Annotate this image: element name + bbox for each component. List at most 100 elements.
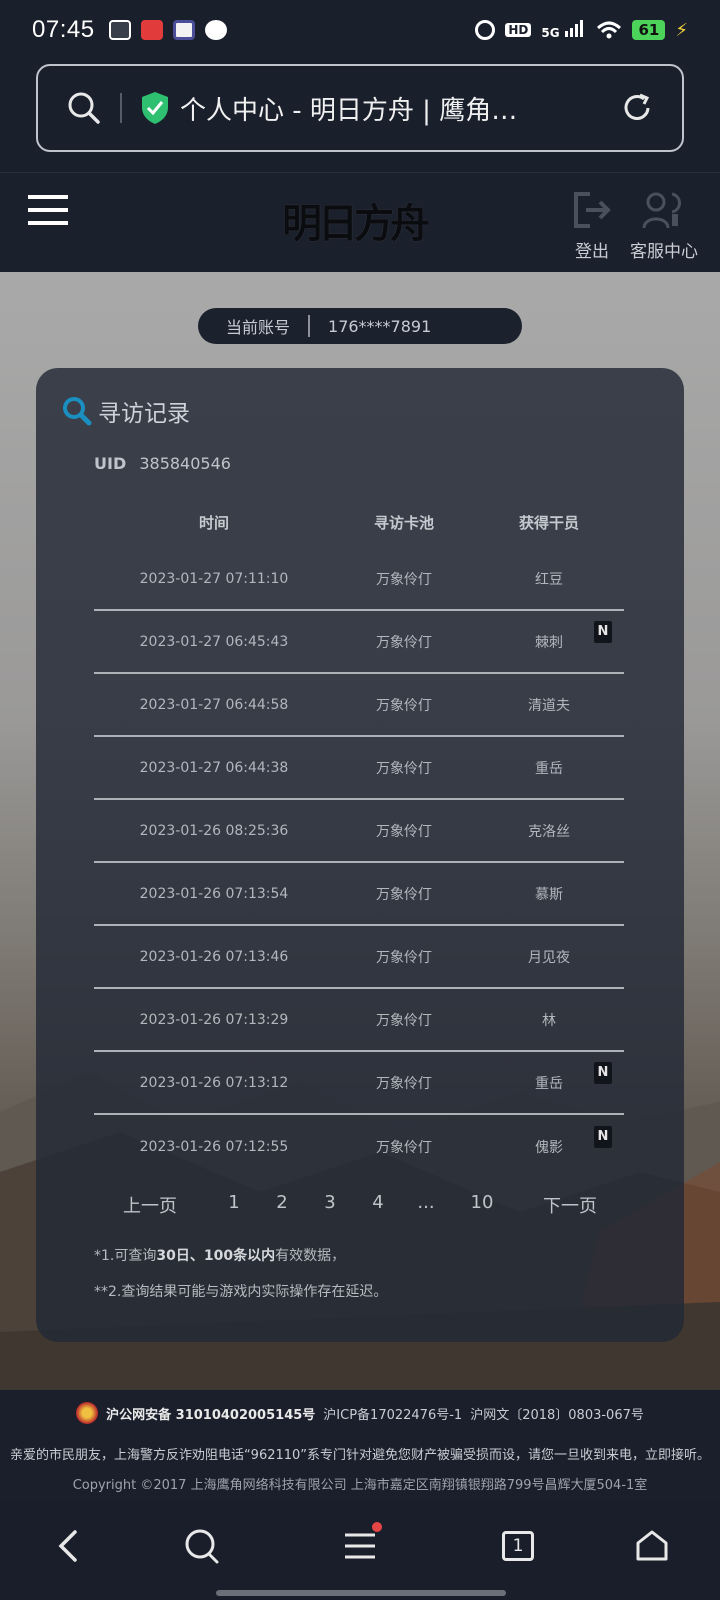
site-logo[interactable]: 明日方舟: [282, 191, 430, 249]
row-operator: 重岳: [474, 758, 624, 778]
page-button[interactable]: 3: [314, 1192, 346, 1218]
row-operator: 克洛丝: [474, 821, 624, 841]
gesture-bar: [216, 1590, 506, 1596]
row-pool: 万象伶仃: [376, 949, 432, 966]
note-2: **2.查询结果可能与游戏内实际操作存在延迟。: [94, 1284, 388, 1300]
row-operator: 傀影 N: [474, 1125, 624, 1157]
operator-name: 慕斯: [535, 886, 563, 903]
row-time: 2023-01-26 07:13:12: [139, 1074, 289, 1091]
note-1: *1.可查询30日、100条以内有效数据，: [94, 1238, 387, 1274]
operator-name: 重岳: [535, 1075, 563, 1092]
note-1-suffix: 有效数据，: [275, 1248, 346, 1264]
menu-button[interactable]: [338, 1522, 382, 1568]
account-divider: [308, 315, 311, 337]
search-icon: [63, 397, 92, 426]
tabs-button[interactable]: 1: [496, 1524, 540, 1568]
back-arrow-icon: [58, 1530, 77, 1562]
clock: 07:45: [32, 16, 95, 43]
alarm-icon: [475, 20, 496, 40]
column-header-pool: 寻访卡池: [373, 513, 434, 532]
page-button[interactable]: 1: [218, 1192, 250, 1218]
reload-icon[interactable]: [620, 91, 654, 125]
row-time: 2023-01-27 06:45:43: [139, 633, 289, 650]
notification-app-icon: [140, 20, 163, 40]
logout-button[interactable]: 登出: [572, 189, 612, 262]
notification-app-icon: [172, 20, 195, 40]
tab-count: 1: [512, 1536, 524, 1556]
row-operator: 林: [474, 1010, 624, 1030]
signal-bars-icon: [565, 20, 584, 37]
copyright: Copyright ©2017 上海鹰角网络科技有限公司 上海市嘉定区南翔镇银翔…: [72, 1478, 648, 1493]
pagination: 上一页 1 2 3 4 ... 10 下一页: [36, 1192, 684, 1218]
page-button[interactable]: 2: [266, 1192, 298, 1218]
row-pool: 万象伶仃: [376, 1075, 432, 1092]
culture-license: 沪网文〔2018〕0803-067号: [470, 1407, 644, 1423]
status-bar: 07:45 HD 5G 61 ⚡: [0, 0, 720, 60]
home-icon: [636, 1530, 668, 1561]
uid-display: UID 385840546: [94, 454, 231, 473]
row-time: 2023-01-26 08:25:36: [139, 822, 289, 839]
notification-dot: [372, 1522, 382, 1532]
hd-icon: HD: [505, 23, 532, 37]
search-button[interactable]: [180, 1524, 224, 1568]
row-pool: 万象伶仃: [376, 634, 432, 651]
address-divider: [120, 93, 122, 123]
site-footer: 沪公网安备 31010402005145号 沪ICP备17022476号-1 沪…: [0, 1390, 720, 1502]
table-row: 2023-01-26 07:13:54 万象伶仃 慕斯: [94, 863, 624, 926]
address-bar[interactable]: 个人中心 - 明日方舟 | 鹰角…: [36, 64, 684, 152]
table-row: 2023-01-26 07:13:46 万象伶仃 月见夜: [94, 926, 624, 989]
home-button[interactable]: [630, 1524, 674, 1568]
current-account: 当前账号 176****7891: [198, 308, 522, 344]
table-body: 2023-01-27 07:11:10 万象伶仃 红豆 2023-01-27 06:4…: [94, 548, 624, 1178]
row-pool: 万象伶仃: [376, 1012, 432, 1029]
browser-bottom-nav: 1: [0, 1502, 720, 1600]
search-icon[interactable]: [66, 90, 102, 126]
notification-icons: [108, 20, 227, 40]
new-badge: N: [594, 1061, 612, 1084]
search-icon: [185, 1529, 219, 1564]
row-pool: 万象伶仃: [376, 1139, 432, 1156]
row-operator: 红豆: [474, 569, 624, 589]
table-row: 2023-01-27 07:11:10 万象伶仃 红豆: [94, 548, 624, 611]
row-operator: 棘刺 N: [474, 620, 624, 652]
row-time: 2023-01-27 07:11:10: [139, 570, 289, 587]
menu-icon: [345, 1533, 375, 1559]
page-button[interactable]: 10: [462, 1192, 502, 1218]
browser-toolbar: 个人中心 - 明日方舟 | 鹰角…: [0, 60, 720, 172]
page-button[interactable]: 4: [362, 1192, 394, 1218]
table-row: 2023-01-27 06:44:38 万象伶仃 重岳: [94, 737, 624, 800]
table-row: 2023-01-26 07:12:55 万象伶仃 傀影 N: [94, 1115, 624, 1178]
table-row: 2023-01-26 07:13:12 万象伶仃 重岳 N: [94, 1052, 624, 1115]
notification-app-icon: [108, 20, 131, 40]
next-page-button[interactable]: 下一页: [530, 1192, 610, 1218]
row-operator: 月见夜: [474, 947, 624, 967]
page-title[interactable]: 个人中心 - 明日方舟 | 鹰角…: [180, 90, 604, 127]
row-pool: 万象伶仃: [376, 571, 432, 588]
notes: *1.可查询30日、100条以内有效数据， **2.查询结果可能与游戏内实际操作…: [94, 1238, 387, 1310]
logout-label: 登出: [575, 242, 609, 262]
cellular-icon: 5G: [541, 19, 586, 41]
wifi-icon: [597, 21, 622, 39]
row-operator: 慕斯: [474, 884, 624, 904]
icp-link[interactable]: 沪ICP备17022476号-1: [323, 1404, 462, 1423]
back-button[interactable]: [46, 1524, 90, 1568]
row-time: 2023-01-27 06:44:38: [139, 759, 289, 776]
charging-icon: ⚡: [675, 19, 688, 41]
compass-icon: [204, 20, 227, 40]
new-badge: N: [594, 1125, 612, 1148]
records-table: 时间 寻访卡池 获得干员 2023-01-27 07:11:10 万象伶仃 红豆 20…: [94, 496, 624, 1178]
uid-label: UID: [94, 454, 127, 473]
customer-service-label: 客服中心: [630, 242, 698, 262]
table-header: 时间 寻访卡池 获得干员: [94, 496, 624, 548]
menu-icon[interactable]: [28, 195, 68, 225]
row-time: 2023-01-26 07:13:46: [139, 948, 289, 965]
prev-page-button[interactable]: 上一页: [110, 1192, 190, 1218]
main-content: 当前账号 176****7891 寻访记录 UID 385840546 时间 寻…: [0, 272, 720, 1390]
battery-icon: 61: [632, 20, 666, 40]
row-pool: 万象伶仃: [376, 697, 432, 714]
row-time: 2023-01-27 06:44:58: [139, 696, 289, 713]
customer-service-button[interactable]: 客服中心: [630, 189, 698, 262]
police-record-link[interactable]: 沪公网安备 31010402005145号: [106, 1404, 315, 1423]
logout-icon: [574, 192, 611, 228]
network-type: 5G: [541, 26, 560, 40]
